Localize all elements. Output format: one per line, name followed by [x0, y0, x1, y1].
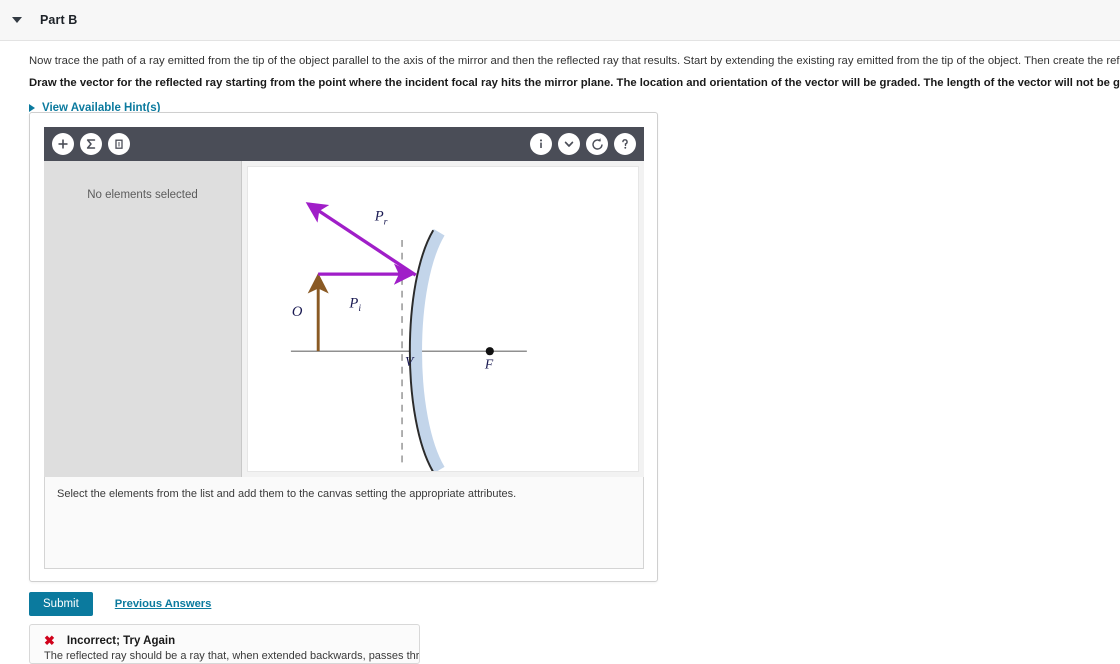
widget-toolbar	[44, 127, 644, 161]
focus-label: F	[484, 357, 494, 372]
no-elements-selected-label: No elements selected	[87, 189, 198, 201]
dropdown-button[interactable]	[558, 133, 580, 155]
plus-icon	[58, 139, 68, 149]
canvas-area[interactable]: O Pi Pr V F	[242, 161, 644, 477]
previous-answers-link[interactable]: Previous Answers	[115, 598, 212, 610]
toolbar-left-group	[52, 133, 130, 155]
undo-button[interactable]	[586, 133, 608, 155]
reflected-ray-vector	[305, 202, 417, 277]
toolbar-right-group	[530, 133, 636, 155]
feedback-body: The reflected ray should be a ray that, …	[44, 650, 420, 662]
triangle-down-icon[interactable]	[12, 17, 22, 23]
submit-row: Submit Previous Answers	[29, 592, 211, 616]
chevron-down-icon	[564, 141, 574, 147]
page-title: Part B	[40, 13, 78, 27]
ray-diagram: O Pi Pr V F	[290, 202, 527, 474]
error-x-icon: ✖	[44, 633, 55, 648]
feedback-title: Incorrect; Try Again	[66, 634, 176, 647]
feedback-header: ✖ Incorrect; Try Again	[44, 634, 419, 647]
prompt-line-2: Draw the vector for the reflected ray st…	[29, 76, 1120, 89]
sigma-icon	[86, 139, 96, 149]
trash-icon	[115, 139, 123, 149]
info-button[interactable]	[530, 133, 552, 155]
sum-element-button[interactable]	[80, 133, 102, 155]
add-element-button[interactable]	[52, 133, 74, 155]
prompt-line-1: Now trace the path of a ray emitted from…	[29, 55, 1120, 67]
feedback-panel: ✖ Incorrect; Try Again The reflected ray…	[29, 624, 420, 664]
incident-ray-label: Pi	[348, 295, 361, 314]
undo-icon	[591, 137, 603, 150]
answer-widget: No elements selected O Pi Pr V F Select …	[29, 112, 658, 582]
triangle-right-icon	[29, 104, 35, 112]
info-icon	[539, 139, 543, 148]
reflected-ray-label: Pr	[374, 209, 388, 228]
object-label: O	[292, 304, 303, 320]
question-mark-icon	[622, 139, 628, 149]
help-button[interactable]	[614, 133, 636, 155]
submit-button[interactable]: Submit	[29, 592, 93, 616]
delete-element-button[interactable]	[108, 133, 130, 155]
focal-point-dot	[485, 347, 494, 356]
widget-main: No elements selected O Pi Pr V F	[44, 161, 644, 477]
drawing-canvas[interactable]: O Pi Pr V F	[247, 166, 639, 474]
part-header: Part B	[0, 0, 1120, 41]
element-list-panel[interactable]: No elements selected	[44, 161, 242, 477]
widget-hint-text: Select the elements from the list and ad…	[44, 477, 644, 569]
prompt-block: Now trace the path of a ray emitted from…	[0, 41, 1120, 114]
